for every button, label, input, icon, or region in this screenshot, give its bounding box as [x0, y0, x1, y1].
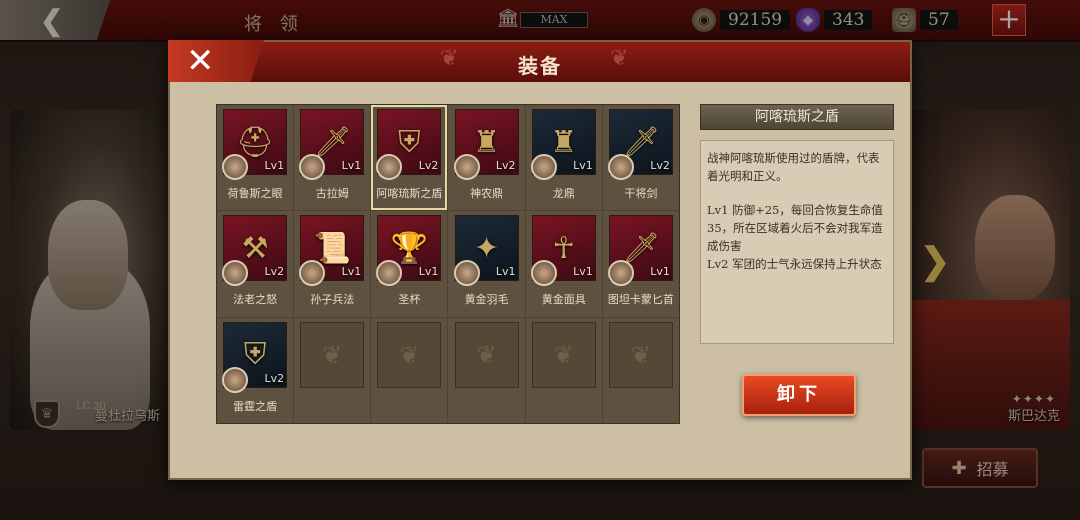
equipment-icon: ♜ Lv1 [530, 109, 596, 180]
equipment-icon: ⛨ Lv2 [376, 109, 442, 180]
item-glyph-icon: ✦ [473, 230, 500, 266]
item-level: Lv2 [418, 159, 439, 172]
equipment-slot[interactable]: ⚒ Lv2 法老之怒 [217, 211, 294, 317]
hero-avatar [607, 154, 634, 180]
item-level: Lv2 [495, 159, 516, 172]
hero-avatar [222, 154, 249, 180]
item-level: Lv1 [573, 265, 593, 279]
item-level: Lv2 [264, 371, 285, 385]
item-name: 干将剑 [624, 187, 658, 200]
item-level: Lv1 [341, 159, 362, 172]
item-name: 神农鼎 [470, 187, 504, 200]
hero-avatar [299, 260, 326, 287]
item-glyph-icon: ♜ [473, 124, 501, 160]
equipment-slot[interactable]: 🏆 Lv1 圣杯 [371, 211, 448, 317]
laurel-placeholder-icon: ❦ [531, 321, 596, 388]
equipment-slot[interactable]: ⛨ Lv2 雷霆之盾 [217, 317, 294, 423]
item-name: 古拉姆 [315, 187, 349, 200]
item-glyph-icon: ⛨ [398, 124, 421, 160]
item-level: Lv2 [650, 159, 670, 172]
empty-equipment-slot[interactable]: ❦ [602, 317, 679, 423]
equipment-slot[interactable]: ⛑ Lv1 荷鲁斯之眼 [217, 105, 294, 211]
laurel-right-icon: ❦ [610, 46, 629, 71]
equipment-icon: 📜 Lv1 [299, 215, 365, 287]
equipment-slot[interactable]: ☥ Lv1 黄金面具 [525, 211, 602, 317]
equipment-icon: ✦ Lv1 [453, 215, 519, 287]
equipment-slot[interactable]: ♜ Lv1 龙鼎 [525, 105, 602, 211]
laurel-placeholder-icon: ❦ [454, 321, 519, 388]
equipment-slot[interactable]: 🗡 Lv1 古拉姆 [294, 105, 371, 211]
hero-avatar [453, 260, 480, 287]
equipment-grid: ⛑ Lv1 荷鲁斯之眼 🗡 Lv1 古拉姆 ⛨ Lv2 阿喀琉斯之盾 ♜ Lv2 神农鼎 ♜ Lv1 龙鼎 🗡… [216, 104, 680, 424]
equipment-modal: ✕ ❦ 装备 ❦ ⛑ Lv1 荷鲁斯之眼 🗡 Lv1 古拉姆 ⛨ Lv2 阿喀琉斯之盾 ♜ Lv2 神… [168, 40, 912, 480]
item-description: 战神阿喀琉斯使用过的盾牌，代表着光明和正义。 [707, 151, 880, 183]
empty-equipment-slot[interactable]: ❦ [448, 317, 525, 423]
hero-avatar [530, 154, 557, 180]
equipment-icon: 🗡 Lv1 [607, 215, 673, 287]
hero-avatar [222, 366, 249, 393]
item-glyph-icon: 📜 [313, 230, 351, 266]
item-name: 雷霆之盾 [233, 399, 278, 413]
item-name: 法老之怒 [233, 293, 278, 307]
item-glyph-icon: ☥ [552, 230, 575, 266]
hero-avatar [222, 260, 249, 287]
item-glyph-icon: 🗡 [621, 230, 660, 266]
laurel-placeholder-icon: ❦ [377, 321, 442, 388]
item-glyph-icon: 🗡 [621, 124, 660, 160]
item-glyph-icon: ⛨ [243, 337, 267, 373]
empty-equipment-slot[interactable]: ❦ [525, 317, 602, 423]
item-name: 龙鼎 [552, 187, 575, 200]
item-glyph-icon: ⛑ [236, 124, 275, 160]
laurel-placeholder-icon: ❦ [608, 321, 673, 388]
item-glyph-icon: 🏆 [390, 230, 429, 266]
modal-header: ✕ ❦ 装备 ❦ [168, 40, 910, 82]
item-level: Lv2 [264, 265, 285, 279]
item-name: 黄金面具 [541, 293, 586, 307]
item-name: 阿喀琉斯之盾 [376, 187, 443, 200]
item-name: 黄金羽毛 [464, 293, 509, 307]
item-name: 圣杯 [398, 293, 421, 307]
unequip-button[interactable]: 卸下 [742, 374, 856, 416]
equipment-icon: 🏆 Lv1 [376, 215, 442, 287]
equipment-icon: ☥ Lv1 [530, 215, 596, 287]
item-name: 图坦卡蒙匕首 [607, 293, 674, 307]
empty-equipment-slot[interactable]: ❦ [294, 317, 371, 423]
equipment-icon: ⛑ Lv1 [222, 109, 288, 180]
item-glyph-icon: 🗡 [313, 124, 352, 160]
item-glyph-icon: ♜ [550, 124, 578, 160]
empty-equipment-slot[interactable]: ❦ [371, 317, 448, 423]
equipment-slot[interactable]: ⛨ Lv2 阿喀琉斯之盾 [371, 105, 448, 211]
equipment-icon: ♜ Lv2 [453, 109, 519, 180]
lv2-effect: Lv2 军团的士气永远保持上升状态 [707, 257, 882, 271]
detail-title: 阿喀琉斯之盾 [700, 104, 894, 130]
equipment-slot[interactable]: ✦ Lv1 黄金羽毛 [448, 211, 525, 317]
hero-avatar [530, 260, 557, 287]
equipment-slot[interactable]: 📜 Lv1 孙子兵法 [294, 211, 371, 317]
item-level: Lv1 [341, 265, 362, 279]
equipment-icon: 🗡 Lv2 [607, 109, 673, 180]
hero-avatar [453, 154, 480, 180]
item-glyph-icon: ⚒ [241, 230, 269, 266]
detail-description: 战神阿喀琉斯使用过的盾牌，代表着光明和正义。 Lv1 防御+25，每回合恢复生命… [700, 140, 894, 344]
hero-avatar [376, 154, 403, 180]
item-level: Lv1 [650, 265, 670, 279]
equipment-icon: 🗡 Lv1 [299, 109, 365, 180]
item-level: Lv1 [264, 159, 285, 172]
hero-avatar [299, 154, 326, 180]
equipment-slot[interactable]: 🗡 Lv2 干将剑 [602, 105, 679, 211]
lv1-effect: Lv1 防御+25，每回合恢复生命值35，所在区域着火后不会对我军造成伤害 [707, 203, 883, 253]
equipment-slot[interactable]: 🗡 Lv1 图坦卡蒙匕首 [602, 211, 679, 317]
item-level: Lv1 [573, 159, 593, 172]
item-name: 荷鲁斯之眼 [227, 187, 283, 200]
item-level: Lv1 [495, 265, 516, 279]
equipment-icon: ⚒ Lv2 [222, 215, 288, 287]
modal-title: 装备 [518, 54, 562, 78]
item-name: 孙子兵法 [310, 293, 355, 307]
equipment-slot[interactable]: ♜ Lv2 神农鼎 [448, 105, 525, 211]
laurel-placeholder-icon: ❦ [300, 321, 365, 388]
equipment-icon: ⛨ Lv2 [222, 321, 288, 393]
hero-avatar [607, 260, 634, 287]
hero-avatar [376, 260, 403, 287]
item-level: Lv1 [418, 265, 439, 279]
